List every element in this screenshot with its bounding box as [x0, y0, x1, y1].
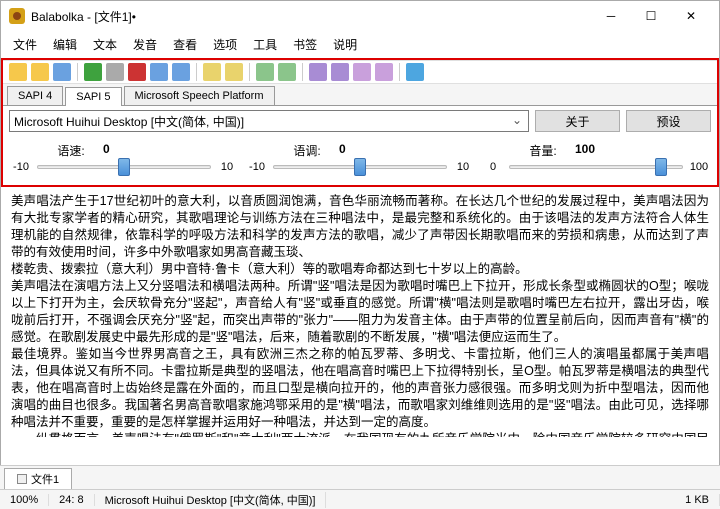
maximize-button[interactable]: ☐ — [631, 4, 671, 28]
engine-tabbar: SAPI 4 SAPI 5 Microsoft Speech Platform — [3, 84, 717, 106]
new-icon[interactable] — [9, 63, 27, 81]
replace-icon[interactable] — [225, 63, 243, 81]
dict-icon[interactable] — [309, 63, 327, 81]
menu-text[interactable]: 文本 — [85, 33, 125, 56]
find-icon[interactable] — [203, 63, 221, 81]
zoom-in-icon[interactable] — [256, 63, 274, 81]
minimize-button[interactable]: ─ — [591, 4, 631, 28]
menu-options[interactable]: 选项 — [205, 33, 245, 56]
menu-tools[interactable]: 工具 — [245, 33, 285, 56]
window-title: Balabolka - [文件1]• — [31, 8, 591, 25]
pitch-max: 10 — [453, 161, 473, 173]
volume-label: 音量: — [523, 142, 563, 159]
doc-tab-label: 文件1 — [31, 471, 59, 487]
volume-max: 100 — [689, 161, 709, 173]
stop-icon[interactable] — [128, 63, 146, 81]
doc-tab-1[interactable]: 文件1 — [4, 468, 72, 489]
body-p5: 纵贯格而言，美声唱法有"俄罗斯"和"意大利"两大流派。在我国现有的九所音乐学院当… — [11, 431, 709, 437]
rate-min: -10 — [11, 161, 31, 173]
voice-selected-label: Microsoft Huihui Desktop [中文(简体, 中国)] — [14, 115, 244, 129]
menu-help[interactable]: 说明 — [325, 33, 365, 56]
volume-value: 100 — [575, 142, 595, 159]
pitch-label: 语调: — [287, 142, 327, 159]
voice-select[interactable]: Microsoft Huihui Desktop [中文(简体, 中国)] — [9, 110, 529, 132]
rate-label: 语速: — [51, 142, 91, 159]
pitch-slider[interactable] — [273, 165, 447, 169]
text-content[interactable]: 美声唱法产生于17世纪初叶的意大利，以音质圆润饱满，音色华丽流畅而著称。在长达几… — [1, 189, 719, 437]
rate-max: 10 — [217, 161, 237, 173]
pause-icon[interactable] — [106, 63, 124, 81]
volume-thumb[interactable] — [655, 158, 667, 176]
menu-file[interactable]: 文件 — [5, 33, 45, 56]
status-zoom: 100% — [0, 494, 49, 506]
menubar: 文件 编辑 文本 发音 查看 选项 工具 书签 说明 — [1, 31, 719, 58]
titlebar: Balabolka - [文件1]• ─ ☐ ✕ — [1, 1, 719, 31]
body-p4: 最佳境界。鉴如当今世界男高音之王，具有欧洲三杰之称的帕瓦罗蒂、多明戈、卡雷拉斯，… — [11, 346, 709, 431]
zoom-out-icon[interactable] — [278, 63, 296, 81]
close-button[interactable]: ✕ — [671, 4, 711, 28]
file-icon — [17, 474, 27, 484]
volume-min: 0 — [483, 161, 503, 173]
rate-slider[interactable] — [37, 165, 211, 169]
help-icon[interactable] — [406, 63, 424, 81]
tab-ms-speech[interactable]: Microsoft Speech Platform — [124, 86, 275, 105]
menu-speech[interactable]: 发音 — [125, 33, 165, 56]
pitch-min: -10 — [247, 161, 267, 173]
control-panel: Microsoft Huihui Desktop [中文(简体, 中国)] 关于… — [3, 106, 717, 185]
menu-view[interactable]: 查看 — [165, 33, 205, 56]
document-tabbar: 文件1 — [0, 465, 720, 489]
tab-sapi5[interactable]: SAPI 5 — [65, 87, 121, 106]
status-size: 1 KB — [675, 494, 720, 506]
app-icon — [9, 8, 25, 24]
body-p3: 美声唱法在演唱方法上又分竖唱法和横唱法两种。所谓"竖"唱法是因为歌唱时嘴巴上下拉… — [11, 278, 709, 346]
list-icon[interactable] — [353, 63, 371, 81]
body-p2: 楼乾贵、拨索拉（意大利）男中音特·鲁卡（意大利）等的歌唱寿命都达到七十岁以上的高… — [11, 261, 709, 278]
tab-sapi4[interactable]: SAPI 4 — [7, 86, 63, 105]
status-pos: 24: 8 — [49, 494, 94, 506]
menu-edit[interactable]: 编辑 — [45, 33, 85, 56]
rate-value: 0 — [103, 142, 110, 159]
rate-thumb[interactable] — [118, 158, 130, 176]
bookmark-icon[interactable] — [331, 63, 349, 81]
about-button[interactable]: 关于 — [535, 110, 620, 132]
body-p1: 美声唱法产生于17世纪初叶的意大利，以音质圆润饱满，音色华丽流畅而著称。在长达几… — [11, 193, 709, 261]
play-icon[interactable] — [84, 63, 102, 81]
toolbar — [3, 60, 717, 84]
pitch-thumb[interactable] — [354, 158, 366, 176]
open-icon[interactable] — [31, 63, 49, 81]
statusbar: 100% 24: 8 Microsoft Huihui Desktop [中文(… — [0, 489, 720, 509]
prev-icon[interactable] — [150, 63, 168, 81]
status-voice: Microsoft Huihui Desktop [中文(简体, 中国)] — [95, 492, 327, 508]
volume-slider[interactable] — [509, 165, 683, 169]
copy-icon[interactable] — [375, 63, 393, 81]
preset-button[interactable]: 预设 — [626, 110, 711, 132]
pitch-value: 0 — [339, 142, 346, 159]
next-icon[interactable] — [172, 63, 190, 81]
save-icon[interactable] — [53, 63, 71, 81]
menu-bookmark[interactable]: 书签 — [285, 33, 325, 56]
